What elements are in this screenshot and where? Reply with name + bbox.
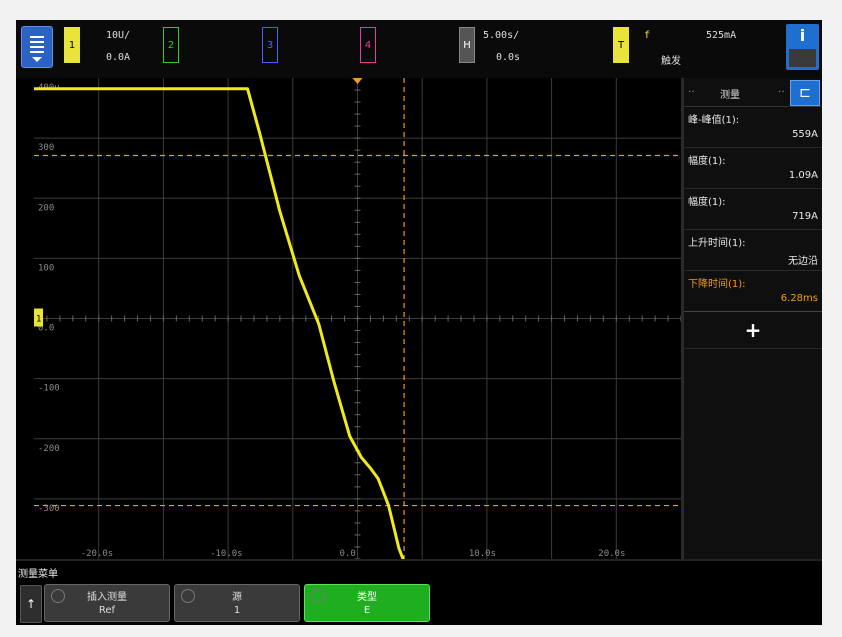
- measurement-value: 1.09A: [788, 170, 818, 181]
- channel-2-button[interactable]: 2: [163, 27, 179, 63]
- softkey-button[interactable]: 类型 E: [304, 584, 430, 622]
- top-bar: 1 10U/ 0.0A 2 3 4 H 5.00s/ 0.0s T f 525m…: [16, 20, 822, 78]
- channel-4-button[interactable]: 4: [360, 27, 376, 63]
- x-tick-label: -20.0s: [81, 549, 114, 559]
- measurement-item[interactable]: 峰-峰值(1): 559A: [684, 107, 822, 148]
- x-tick-label: 10.0s: [469, 549, 496, 559]
- back-button[interactable]: ↑: [20, 585, 42, 623]
- y-tick-label: 300: [38, 143, 54, 153]
- measurement-label: 幅度(1):: [688, 156, 726, 167]
- horizontal-button[interactable]: H: [459, 27, 475, 63]
- trigger-status: 触发: [661, 56, 681, 67]
- softkey-label: 类型: [357, 592, 377, 603]
- channel-3-button[interactable]: 3: [262, 27, 278, 63]
- measurement-list: 峰-峰值(1): 559A 幅度(1): 1.09A 幅度(1): 719A 上升时间(1)…: [684, 107, 822, 312]
- measurement-value: 719A: [792, 211, 818, 222]
- softkey-value: 1: [233, 605, 241, 616]
- y-tick-label: -100: [38, 384, 60, 394]
- trigger-label: T: [617, 39, 625, 51]
- channel-3-label: 3: [266, 39, 274, 51]
- info-button[interactable]: i: [786, 24, 819, 70]
- measurements-panel: ‥ 测量 ‥ ⊏ 峰-峰值(1): 559A 幅度(1): 1.09A 幅度(1): 71…: [681, 78, 822, 559]
- x-tick-label: 20.0s: [598, 549, 625, 559]
- add-measurement-button[interactable]: +: [684, 312, 822, 349]
- measurement-value: 无边沿: [788, 256, 818, 267]
- measurement-item[interactable]: 幅度(1): 719A: [684, 189, 822, 230]
- x-tick-label: 0.0: [340, 549, 356, 559]
- channel-2-label: 2: [167, 39, 175, 51]
- softkey-menu-title: 测量菜单: [18, 569, 58, 580]
- softkey-value: Ref: [98, 605, 116, 616]
- softkey-button[interactable]: 插入测量 Ref: [44, 584, 170, 622]
- softkey-label: 源: [232, 592, 242, 603]
- panel-title[interactable]: 测量: [720, 86, 740, 101]
- measurement-label: 下降时间(1):: [688, 279, 746, 290]
- chevron-down-icon: [32, 57, 42, 62]
- horizontal-label: H: [463, 39, 471, 51]
- trigger-level: 525mA: [706, 30, 737, 41]
- touch-icon: [789, 49, 816, 67]
- trigger-button[interactable]: T: [613, 27, 629, 63]
- channel-1-offset: 0.0A: [106, 52, 131, 63]
- y-tick-label: 100: [38, 263, 54, 273]
- waveform-area[interactable]: 400u 300 200 100 0.0 -100 -200 -300 -20.0s -10.0s…: [34, 78, 681, 559]
- measurement-value: 559A: [792, 129, 818, 140]
- waveform-chart: 400u3002001000.0-100-200-300-20.0s -10.0s…: [34, 78, 681, 559]
- y-tick-label: 200: [38, 203, 54, 213]
- panel-next-icon[interactable]: ‥: [778, 84, 785, 95]
- oscilloscope-screen: 1 10U/ 0.0A 2 3 4 H 5.00s/ 0.0s T f 525m…: [16, 20, 822, 625]
- measurement-label: 上升时间(1):: [688, 238, 746, 249]
- softkey-bar: 测量菜单 ↑ 插入测量 Ref 源 1 类型 E: [16, 559, 822, 625]
- trigger-position-icon: [352, 78, 363, 84]
- panel-header: ‥ 测量 ‥ ⊏: [684, 78, 822, 107]
- channel-1-button[interactable]: 1: [64, 27, 80, 63]
- x-tick-label: -10.0s: [210, 549, 243, 559]
- timebase-scale: 5.00s/: [483, 30, 520, 41]
- measurement-item[interactable]: 上升时间(1): 无边沿: [684, 230, 822, 271]
- timebase-delay: 0.0s: [496, 52, 521, 63]
- trigger-slope-icon: f: [644, 30, 651, 41]
- channel-1-label: 1: [68, 39, 76, 51]
- info-icon: i: [799, 26, 806, 45]
- measurement-item[interactable]: 幅度(1): 1.09A: [684, 148, 822, 189]
- panel-prev-icon[interactable]: ‥: [688, 84, 695, 95]
- channel-1-scale: 10U/: [106, 30, 131, 41]
- channel-4-label: 4: [364, 39, 372, 51]
- table-icon[interactable]: ⊏: [790, 80, 820, 106]
- measurement-label: 峰-峰值(1):: [688, 115, 740, 126]
- softkey-label: 插入测量: [87, 592, 127, 603]
- main-menu-button[interactable]: [21, 26, 53, 68]
- softkey-value: E: [363, 605, 371, 616]
- softkey-button[interactable]: 源1: [174, 584, 300, 622]
- y-tick-label: -200: [38, 444, 60, 454]
- ground-reference-label: 1: [36, 315, 42, 325]
- measurement-item[interactable]: 下降时间(1): 6.28ms: [684, 271, 822, 312]
- measurement-label: 幅度(1):: [688, 197, 726, 208]
- measurement-value: 6.28ms: [780, 293, 818, 304]
